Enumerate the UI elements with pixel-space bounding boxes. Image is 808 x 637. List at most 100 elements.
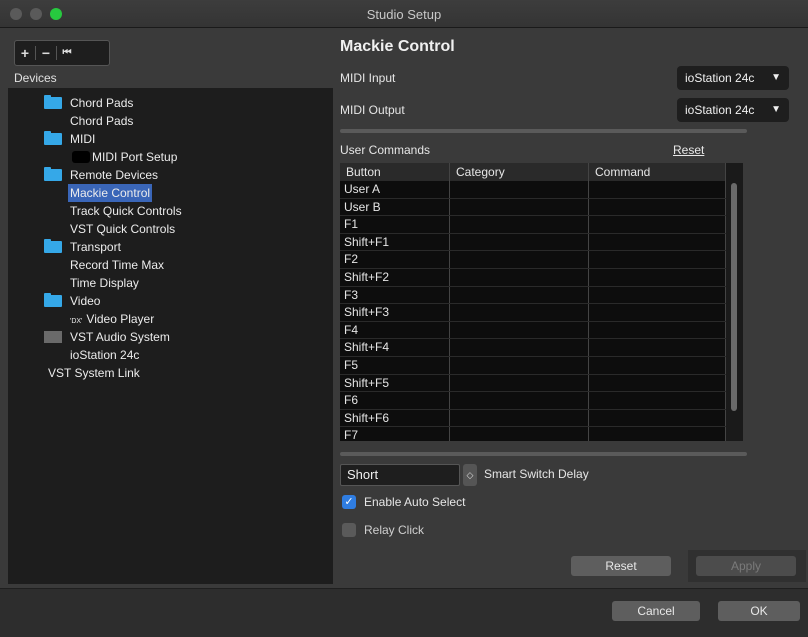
command-cell[interactable] xyxy=(589,304,726,321)
category-cell[interactable] xyxy=(450,321,589,339)
category-cell[interactable] xyxy=(450,216,589,233)
section-divider xyxy=(340,129,747,133)
tree-item[interactable]: Video xyxy=(8,292,333,310)
category-cell[interactable] xyxy=(450,356,589,374)
tree-item[interactable]: 'DX' Video Player xyxy=(8,310,333,328)
tree-item[interactable]: MIDI Port Setup xyxy=(8,148,333,166)
table-row[interactable]: F1 xyxy=(340,216,726,234)
relay-click-checkbox[interactable]: Relay Click xyxy=(342,523,424,537)
tree-item-label: Time Display xyxy=(70,276,139,290)
category-cell[interactable] xyxy=(450,339,589,356)
midi-input-select[interactable]: ioStation 24c ▼ xyxy=(677,66,789,90)
table-row[interactable]: Shift+F2 xyxy=(340,268,726,287)
tree-item[interactable]: Remote Devices xyxy=(8,166,333,184)
table-row[interactable]: Shift+F1 xyxy=(340,233,726,252)
tree-item[interactable]: Record Time Max xyxy=(8,256,333,274)
table-row[interactable]: Shift+F6 xyxy=(340,409,726,428)
column-header-command[interactable]: Command xyxy=(589,163,726,181)
category-cell[interactable] xyxy=(450,286,589,304)
tree-item[interactable]: Mackie Control xyxy=(8,184,333,202)
command-cell[interactable] xyxy=(589,233,726,251)
tree-item[interactable]: Transport xyxy=(8,238,333,256)
add-device-button[interactable]: + xyxy=(15,41,35,65)
command-cell[interactable] xyxy=(589,198,726,216)
command-cell[interactable] xyxy=(589,268,726,286)
command-cell[interactable] xyxy=(589,409,726,427)
button-cell: F7 xyxy=(340,427,450,441)
apply-button[interactable]: Apply xyxy=(696,556,796,576)
command-cell[interactable] xyxy=(589,321,726,339)
button-cell: F1 xyxy=(340,216,450,233)
table-row[interactable]: F5 xyxy=(340,356,726,375)
category-cell[interactable] xyxy=(450,198,589,216)
tree-item[interactable]: ioStation 24c xyxy=(8,346,333,364)
category-cell[interactable] xyxy=(450,427,589,441)
command-cell[interactable] xyxy=(589,392,726,409)
reset-device-button[interactable]: ⏮ xyxy=(57,41,77,65)
table-row[interactable]: Shift+F5 xyxy=(340,374,726,393)
category-cell[interactable] xyxy=(450,409,589,427)
tree-item[interactable]: Chord Pads xyxy=(8,94,333,112)
tree-item[interactable]: Chord Pads xyxy=(8,112,333,130)
tree-item-label: MIDI Port Setup xyxy=(92,150,178,164)
table-row[interactable]: F6 xyxy=(340,392,726,410)
command-cell[interactable] xyxy=(589,181,726,198)
category-cell[interactable] xyxy=(450,181,589,198)
cancel-button[interactable]: Cancel xyxy=(612,601,700,621)
category-cell[interactable] xyxy=(450,374,589,392)
table-scrollbar[interactable] xyxy=(726,163,743,441)
command-cell[interactable] xyxy=(589,216,726,233)
tree-item[interactable]: VST System Link xyxy=(8,364,333,382)
device-tree: Chord Pads Chord Pads MIDI MIDI Port Setup R… xyxy=(8,88,333,584)
table-row[interactable]: Shift+F3 xyxy=(340,304,726,322)
table-row[interactable]: F3 xyxy=(340,286,726,305)
enable-auto-select-checkbox[interactable]: ✓ Enable Auto Select xyxy=(342,495,465,509)
window-title: Studio Setup xyxy=(366,7,442,22)
reset-button[interactable]: Reset xyxy=(571,556,671,576)
ok-button[interactable]: OK xyxy=(718,601,800,621)
column-header-button[interactable]: Button xyxy=(340,163,450,181)
category-cell[interactable] xyxy=(450,251,589,268)
command-cell[interactable] xyxy=(589,286,726,304)
command-cell[interactable] xyxy=(589,427,726,441)
table-row[interactable]: User A xyxy=(340,181,726,199)
reset-commands-link[interactable]: Reset xyxy=(673,143,704,157)
section-divider xyxy=(340,452,747,456)
button-cell: User A xyxy=(340,181,450,198)
tree-item[interactable]: VST Quick Controls xyxy=(8,220,333,238)
command-cell[interactable] xyxy=(589,339,726,356)
table-row[interactable]: F4 xyxy=(340,321,726,340)
midi-output-select[interactable]: ioStation 24c ▼ xyxy=(677,98,789,122)
tree-item[interactable]: Time Display xyxy=(8,274,333,292)
smart-switch-delay-label: Smart Switch Delay xyxy=(484,467,589,481)
smart-switch-stepper-icon[interactable]: ◇ xyxy=(463,464,477,486)
table-row[interactable]: Shift+F4 xyxy=(340,339,726,357)
command-cell[interactable] xyxy=(589,374,726,392)
smart-switch-delay-select[interactable]: Short xyxy=(340,464,460,486)
relay-click-label: Relay Click xyxy=(364,523,425,537)
remove-device-button[interactable]: − xyxy=(36,41,56,65)
folder-icon xyxy=(44,167,62,181)
command-cell[interactable] xyxy=(589,251,726,268)
tree-item-label: VST System Link xyxy=(48,366,140,380)
table-body: User A User B F1 Shift+F1 F2 Shift+F2 F3 Shift+… xyxy=(340,181,726,441)
tree-item[interactable]: MIDI xyxy=(8,130,333,148)
tree-item[interactable]: VST Audio System xyxy=(8,328,333,346)
table-row[interactable]: F2 xyxy=(340,251,726,269)
category-cell[interactable] xyxy=(450,233,589,251)
button-cell: User B xyxy=(340,198,450,216)
page-title: Mackie Control xyxy=(340,38,455,55)
command-cell[interactable] xyxy=(589,356,726,374)
devices-panel: + − ⏮ Devices Chord Pads Chord Pads MIDI MI… xyxy=(8,34,333,584)
tree-item-label: ioStation 24c xyxy=(70,348,140,362)
category-cell[interactable] xyxy=(450,268,589,286)
category-cell[interactable] xyxy=(450,392,589,409)
table-row[interactable]: User B xyxy=(340,198,726,217)
tree-item[interactable]: Track Quick Controls xyxy=(8,202,333,220)
scrollbar-thumb[interactable] xyxy=(731,183,737,411)
button-cell: Shift+F4 xyxy=(340,339,450,356)
column-header-category[interactable]: Category xyxy=(450,163,589,181)
category-cell[interactable] xyxy=(450,304,589,321)
table-row[interactable]: F7 xyxy=(340,427,726,441)
user-commands-table: Button Category Command User A User B F1 Sh… xyxy=(340,163,743,441)
